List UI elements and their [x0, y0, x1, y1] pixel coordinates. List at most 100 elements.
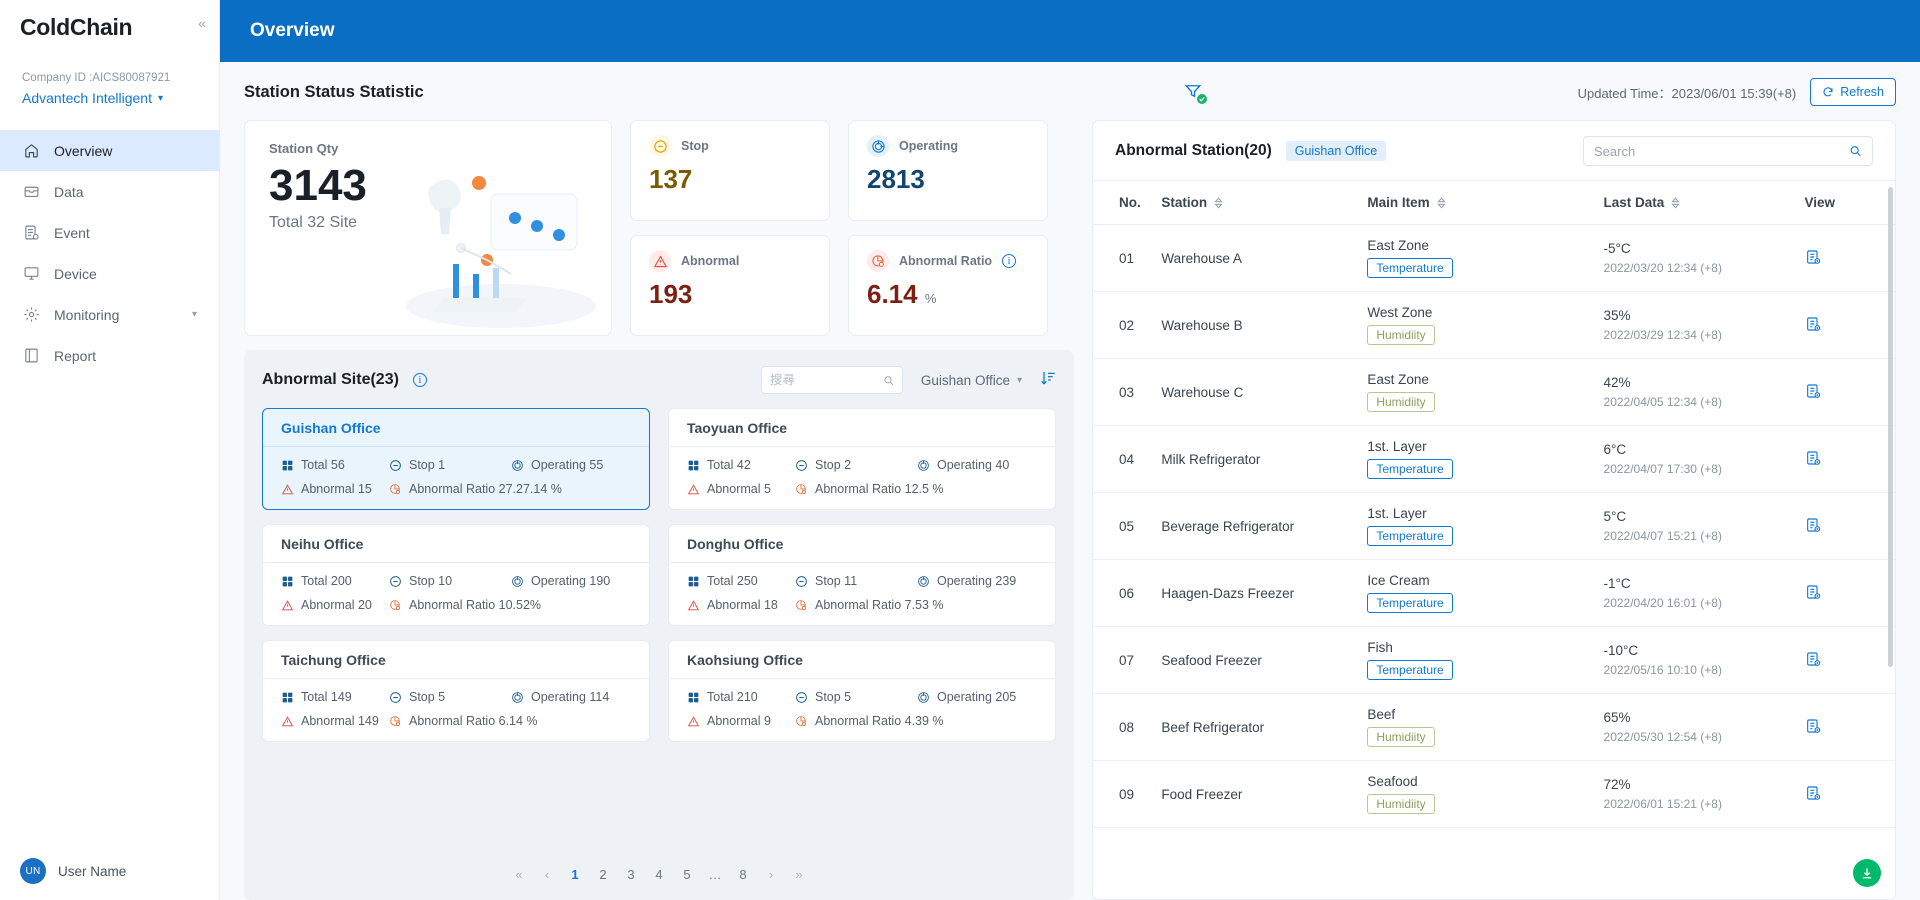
view-report-icon[interactable]: [1805, 450, 1821, 469]
site-search-input[interactable]: [769, 373, 879, 387]
abnormal-site-header: Abnormal Site(23) i Guishan Office ▾: [262, 366, 1056, 394]
main-item-badge: Temperature: [1367, 459, 1453, 479]
cell-main-item: East Zone Temperature: [1367, 224, 1604, 292]
site-stop: Stop 1: [389, 458, 507, 472]
pagination-page-1[interactable]: 1: [563, 862, 587, 886]
stop-icon: [390, 575, 401, 587]
table-row[interactable]: 01 Warehouse A East Zone Temperature -5°C 202…: [1093, 224, 1895, 292]
cell-last-data: 42% 2022/04/05 12:34 (+8): [1603, 358, 1805, 426]
filter-icon[interactable]: [1184, 82, 1207, 104]
company-selector[interactable]: Advantech Intelligent ▾: [22, 90, 197, 106]
abnormal-ratio-card: Abnormal Ratio i 6.14 %: [848, 235, 1048, 336]
cell-station: Haagen-Dazs Freezer: [1161, 559, 1368, 627]
cell-view: [1804, 425, 1895, 493]
cell-main-item: West Zone Humidiity: [1367, 291, 1604, 359]
gear-icon: [22, 306, 40, 324]
table-row[interactable]: 09 Food Freezer Seafood Humidiity 72% 2022/06…: [1093, 760, 1895, 828]
sidebar-collapse-icon[interactable]: «: [193, 14, 211, 32]
pagination-page-5[interactable]: 5: [675, 862, 699, 886]
site-search-box[interactable]: [760, 366, 903, 394]
sidebar-item-monitoring[interactable]: Monitoring ▾: [0, 294, 219, 335]
view-report-icon[interactable]: [1805, 718, 1821, 737]
sidebar-item-overview[interactable]: Overview: [0, 130, 219, 171]
updated-time-label: Updated Time：2023/06/01 15:39(+8): [1577, 85, 1797, 101]
status-badge: Guishan Office: [1285, 141, 1387, 161]
pagination-ellipsis: …: [708, 866, 722, 882]
section-title: Station Status Statistic: [244, 82, 424, 101]
view-report-icon[interactable]: [1805, 383, 1821, 402]
view-report-icon[interactable]: [1805, 651, 1821, 670]
pagination-last[interactable]: »: [787, 862, 811, 886]
view-report-icon[interactable]: [1805, 785, 1821, 804]
pagination-page-2[interactable]: 2: [591, 862, 615, 886]
last-data-time: 2022/06/01 15:21 (+8): [1603, 797, 1722, 811]
site-card[interactable]: Taoyuan Office Total 42 Stop 2 Operating…: [668, 408, 1056, 510]
site-ratio: Abnormal Ratio 12.5 %: [795, 482, 944, 496]
view-report-icon[interactable]: [1805, 316, 1821, 335]
site-card[interactable]: Guishan Office Total 56 Stop 1 Operating…: [262, 408, 650, 510]
view-report-icon[interactable]: [1805, 249, 1821, 268]
station-search-box[interactable]: [1583, 136, 1873, 166]
pagination-page-8[interactable]: 8: [731, 862, 755, 886]
column-header-main-item[interactable]: Main Item: [1367, 181, 1604, 225]
pagination-prev[interactable]: ‹: [535, 862, 559, 886]
abnormal-ratio-value-row: 6.14 %: [867, 278, 1029, 315]
pagination-next[interactable]: ›: [759, 862, 783, 886]
abnormal-ratio-icon: [796, 715, 806, 726]
site-office-filter[interactable]: Guishan Office ▾: [921, 373, 1022, 388]
pagination-page-4[interactable]: 4: [647, 862, 671, 886]
search-input[interactable]: [1594, 143, 1843, 159]
main-item-badge: Temperature: [1367, 258, 1453, 278]
cell-no: 06: [1093, 559, 1162, 627]
cell-view: [1804, 626, 1895, 694]
table-row[interactable]: 03 Warehouse C East Zone Humidiity 42% 2022/0…: [1093, 358, 1895, 426]
view-report-icon[interactable]: [1805, 517, 1821, 536]
event-icon: [22, 224, 40, 242]
grid-icon: [282, 460, 293, 470]
avatar: UN: [20, 858, 46, 884]
site-card[interactable]: Neihu Office Total 200 Stop 10 Operating…: [262, 524, 650, 626]
site-card-title: Guishan Office: [263, 409, 649, 447]
info-icon[interactable]: i: [1002, 254, 1017, 268]
table-row[interactable]: 02 Warehouse B West Zone Humidiity 35% 2022/0…: [1093, 291, 1895, 359]
pagination-first[interactable]: «: [507, 862, 531, 886]
sidebar-item-event[interactable]: Event: [0, 212, 219, 253]
operating-icon: [918, 459, 929, 471]
column-header-last-data[interactable]: Last Data: [1603, 181, 1805, 225]
table-row[interactable]: 08 Beef Refrigerator Beef Humidiity 65% 2022/…: [1093, 693, 1895, 761]
site-abnormal: Abnormal 5: [687, 482, 791, 496]
info-icon[interactable]: i: [412, 373, 427, 387]
table-row[interactable]: 07 Seafood Freezer Fish Temperature -10°C 202…: [1093, 626, 1895, 694]
sidebar-item-report[interactable]: Report: [0, 335, 219, 376]
page-title: Overview: [250, 20, 335, 41]
database-icon: [22, 183, 40, 201]
cell-last-data: 5°C 2022/04/07 15:21 (+8): [1603, 492, 1805, 560]
table-row[interactable]: 05 Beverage Refrigerator 1st. Layer Tempera…: [1093, 492, 1895, 560]
zone-label: East Zone: [1367, 372, 1429, 387]
site-card[interactable]: Taichung Office Total 149 Stop 5 Operati…: [262, 640, 650, 742]
sort-descending-icon[interactable]: [1040, 370, 1056, 391]
site-card[interactable]: Donghu Office Total 250 Stop 11 Operatin…: [668, 524, 1056, 626]
stop-icon: [649, 135, 671, 157]
chevron-down-icon: ▾: [157, 92, 164, 104]
cell-view: [1804, 291, 1895, 359]
site-total: Total 200: [281, 574, 385, 588]
sidebar-item-device[interactable]: Device: [0, 253, 219, 294]
table-row[interactable]: 04 Milk Refrigerator 1st. Layer Temperature…: [1093, 425, 1895, 493]
refresh-button[interactable]: Refresh: [1810, 78, 1896, 106]
column-header-station[interactable]: Station: [1161, 181, 1368, 225]
table-row[interactable]: 06 Haagen-Dazs Freezer Ice Cream Temperatur…: [1093, 559, 1895, 627]
table-scrollbar[interactable]: [1888, 187, 1893, 667]
site-stop: Stop 10: [389, 574, 507, 588]
download-button[interactable]: [1853, 859, 1881, 887]
operating-card: Operating 2813: [848, 120, 1048, 221]
view-report-icon[interactable]: [1805, 584, 1821, 603]
pagination-page-3[interactable]: 3: [619, 862, 643, 886]
cell-view: [1804, 358, 1895, 426]
chevron-down-icon: ▾: [191, 309, 197, 320]
cell-last-data: 65% 2022/05/30 12:54 (+8): [1603, 693, 1805, 761]
user-profile[interactable]: UN User Name: [0, 858, 219, 884]
site-card[interactable]: Kaohsiung Office Total 210 Stop 5 Operat…: [668, 640, 1056, 742]
sidebar-item-data[interactable]: Data: [0, 171, 219, 212]
cell-last-data: 6°C 2022/04/07 17:30 (+8): [1603, 425, 1805, 493]
